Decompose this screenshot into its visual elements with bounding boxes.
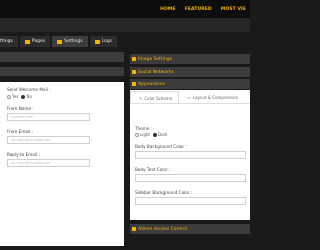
section-title: Social Networks xyxy=(138,69,174,75)
theme-light-radio[interactable]: Light xyxy=(135,132,150,137)
from-name-input[interactable]: yoursite.com xyxy=(7,113,90,121)
no-label: No xyxy=(26,94,32,99)
from-email-label: From Email : xyxy=(7,129,34,134)
palette-icon xyxy=(132,82,136,86)
appearance-panel: ✎ Color Scheme ▭ Layout & Compression ▭ … xyxy=(130,90,250,220)
admin-access-header[interactable]: Admin Access Control xyxy=(130,224,250,234)
brush-icon: ✎ xyxy=(139,95,143,101)
tab-label: Layout & Compression xyxy=(192,95,239,100)
right-column: Image Settings Social Networks Appearanc… xyxy=(130,52,250,250)
welcome-yes-radio[interactable]: Yes xyxy=(7,94,18,99)
yes-label: Yes xyxy=(12,94,19,99)
tab-label: Settings xyxy=(64,39,83,44)
theme-options: Light Dark xyxy=(135,132,167,137)
share-icon xyxy=(132,70,136,74)
body-bg-color-input[interactable] xyxy=(135,151,246,159)
dark-label: Dark xyxy=(157,132,168,137)
nav-featured-link[interactable]: FEATURED xyxy=(185,7,212,12)
tab-settings-partial[interactable]: ttings xyxy=(0,36,18,47)
theme-dark-radio[interactable]: Dark xyxy=(152,132,168,137)
section-title: Appearance xyxy=(138,81,166,87)
nav-most-viewed-link[interactable]: MOST VIE xyxy=(221,7,246,12)
left-column: Send Welcome Mail : Yes No From Name : y… xyxy=(0,52,124,250)
appearance-header[interactable]: Appearance xyxy=(130,79,250,89)
nav-home-link[interactable]: HOME xyxy=(160,7,176,12)
tab-label: Logs xyxy=(101,39,112,44)
section-header-bar[interactable] xyxy=(0,67,124,76)
section-header-bar[interactable] xyxy=(0,52,124,62)
tab-label: Color Scheme xyxy=(144,95,173,101)
welcome-no-radio[interactable]: No xyxy=(21,94,32,99)
from-email-input[interactable]: no-reply@yoursite.com xyxy=(7,136,90,144)
admin-tabs: ttings Pages Settings Logs xyxy=(0,36,250,49)
reply-email-input[interactable]: no-reply@yoursite.com xyxy=(7,159,90,167)
sidebar-bg-color-label: Sidebar Background Color : xyxy=(135,190,193,195)
body-bg-color-label: Body Background Color : xyxy=(135,144,187,149)
theme-label: Theme : xyxy=(135,126,153,131)
image-settings-header[interactable]: Image Settings xyxy=(130,54,250,64)
image-icon xyxy=(132,57,136,61)
tab-layout-compression[interactable]: ▭ Layout & Compression xyxy=(179,95,244,103)
body-text-color-label: Body Text Color : xyxy=(135,167,171,172)
tab-settings[interactable]: Settings xyxy=(52,36,88,47)
body-text-color-input[interactable] xyxy=(135,174,246,182)
tab-pages[interactable]: Pages xyxy=(19,36,51,47)
from-name-label: From Name : xyxy=(7,106,34,111)
tab-color-scheme[interactable]: ✎ Color Scheme xyxy=(130,91,180,103)
welcome-mail-label: Send Welcome Mail : xyxy=(7,87,51,92)
section-title: Admin Access Control xyxy=(138,226,187,232)
gear-icon xyxy=(57,39,63,44)
social-networks-header[interactable]: Social Networks xyxy=(130,67,250,77)
email-settings-form: Send Welcome Mail : Yes No From Name : y… xyxy=(0,82,124,246)
welcome-mail-options: Yes No xyxy=(7,94,32,99)
header-band xyxy=(0,18,250,32)
tab-label: ttings xyxy=(0,39,13,44)
pages-icon xyxy=(24,39,30,44)
lock-icon xyxy=(132,227,136,231)
light-label: Light xyxy=(140,132,150,137)
top-navigation: HOME FEATURED MOST VIE xyxy=(0,0,250,18)
layout-icon: ▭ xyxy=(187,95,191,100)
reply-email-label: Reply-to Email : xyxy=(7,152,40,157)
logs-icon xyxy=(94,39,100,44)
section-title: Image Settings xyxy=(138,56,172,62)
sidebar-bg-color-input[interactable] xyxy=(135,197,246,205)
tab-header[interactable]: ▭ He xyxy=(244,95,250,103)
appearance-tabs: ✎ Color Scheme ▭ Layout & Compression ▭ … xyxy=(130,90,250,104)
page: HOME FEATURED MOST VIE ttings Pages Sett… xyxy=(0,0,250,250)
tab-logs[interactable]: Logs xyxy=(89,36,117,47)
tab-label: Pages xyxy=(31,39,46,44)
